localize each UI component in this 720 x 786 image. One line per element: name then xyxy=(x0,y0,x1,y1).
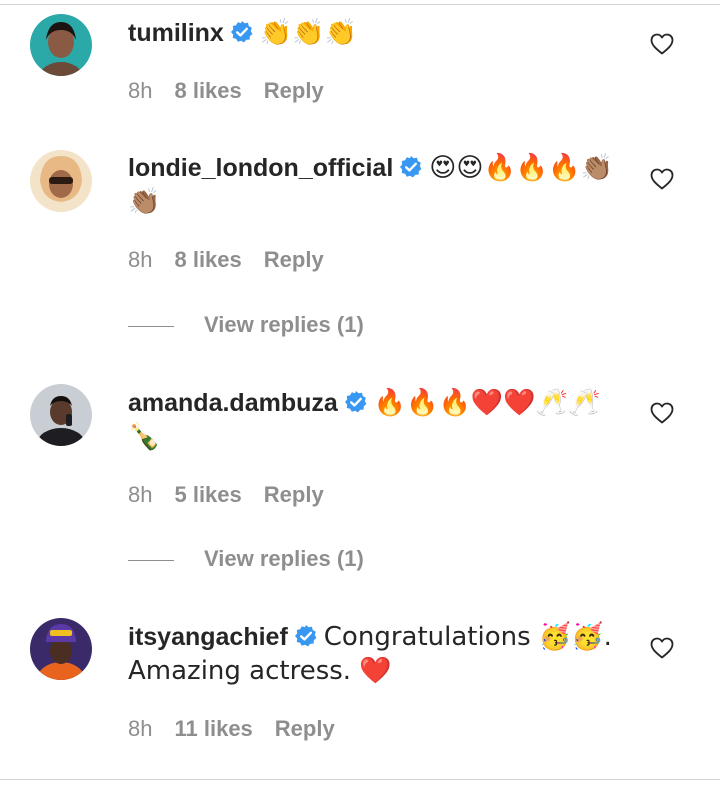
comment-meta: 8h 11 likes Reply xyxy=(128,716,357,742)
view-replies-button[interactable]: View replies (1) xyxy=(128,546,364,572)
comment-time: 8h xyxy=(128,78,153,103)
replies-divider xyxy=(128,325,174,327)
comment-username[interactable]: londie_london_official xyxy=(128,154,393,182)
avatar[interactable] xyxy=(30,384,92,446)
avatar[interactable] xyxy=(30,150,92,212)
comment-meta: 8h 5 likes Reply xyxy=(128,482,346,508)
comment-body: tumilinx 👏👏👏 xyxy=(128,16,628,50)
reply-button[interactable]: Reply xyxy=(264,482,324,507)
comment-time: 8h xyxy=(128,247,153,272)
comment-username[interactable]: itsyangachief xyxy=(128,623,288,651)
comment-text: 👏👏👏 xyxy=(259,18,357,48)
heart-outline-icon[interactable] xyxy=(650,637,674,659)
verified-badge-icon xyxy=(399,155,423,179)
likes-count-button[interactable]: 8 likes xyxy=(174,247,241,272)
verified-badge-icon xyxy=(230,20,254,44)
avatar[interactable] xyxy=(30,14,92,76)
reply-button[interactable]: Reply xyxy=(264,78,324,103)
view-replies-label: View replies (1) xyxy=(204,312,364,337)
comment-body: itsyangachief Congratulations 🥳🥳. Amazing… xyxy=(128,620,628,688)
comment-time: 8h xyxy=(128,482,153,507)
comment-time: 8h xyxy=(128,716,153,741)
top-divider xyxy=(0,4,720,5)
heart-outline-icon[interactable] xyxy=(650,33,674,55)
replies-divider xyxy=(128,559,174,561)
bottom-divider xyxy=(0,779,720,780)
avatar[interactable] xyxy=(30,618,92,680)
reply-button[interactable]: Reply xyxy=(275,716,335,741)
verified-badge-icon xyxy=(294,624,318,648)
comment-meta: 8h 8 likes Reply xyxy=(128,247,346,273)
view-replies-label: View replies (1) xyxy=(204,546,364,571)
heart-outline-icon[interactable] xyxy=(650,402,674,424)
comment-body: londie_london_official 😍😍🔥🔥🔥👏🏽👏🏽 xyxy=(128,151,628,219)
comment-meta: 8h 8 likes Reply xyxy=(128,78,346,104)
likes-count-button[interactable]: 11 likes xyxy=(174,716,252,741)
comment-body: amanda.dambuza 🔥🔥🔥❤️❤️🥂🥂🍾 xyxy=(128,386,628,454)
comment-username[interactable]: amanda.dambuza xyxy=(128,389,338,417)
heart-outline-icon[interactable] xyxy=(650,168,674,190)
view-replies-button[interactable]: View replies (1) xyxy=(128,312,364,338)
verified-badge-icon xyxy=(344,390,368,414)
likes-count-button[interactable]: 8 likes xyxy=(174,78,241,103)
reply-button[interactable]: Reply xyxy=(264,247,324,272)
likes-count-button[interactable]: 5 likes xyxy=(174,482,241,507)
comment-username[interactable]: tumilinx xyxy=(128,19,224,47)
